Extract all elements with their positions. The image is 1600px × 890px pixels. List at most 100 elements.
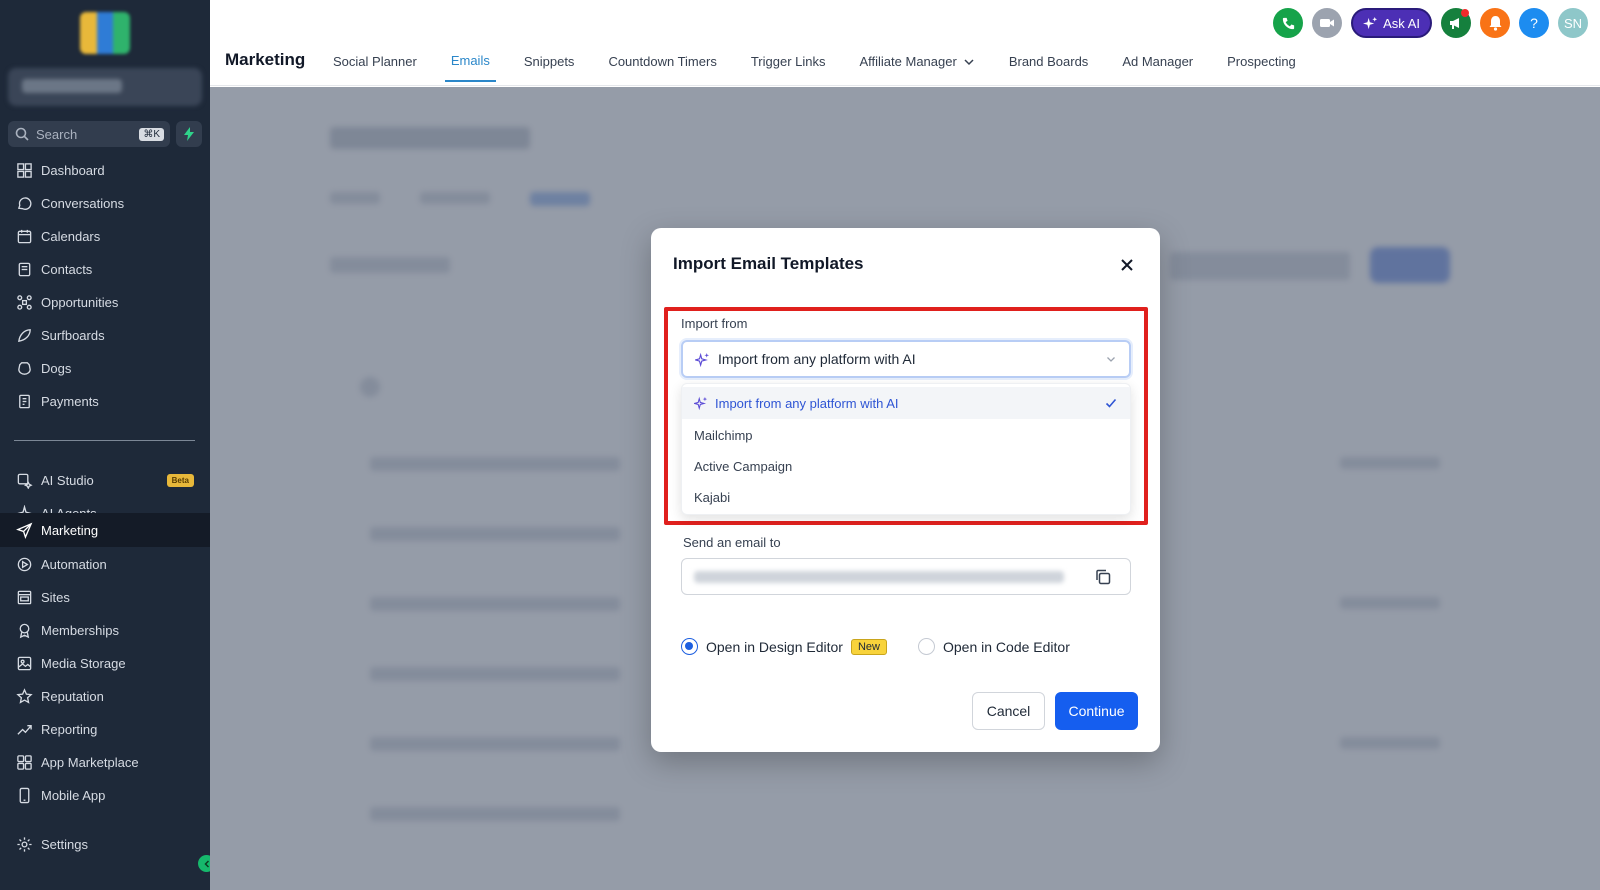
image-icon — [17, 656, 32, 670]
bell-icon — [1489, 16, 1501, 31]
sidebar-item-mobile-app[interactable]: Mobile App — [0, 778, 210, 812]
tab-brand-boards[interactable]: Brand Boards — [1003, 48, 1095, 82]
tab-social-planner[interactable]: Social Planner — [327, 48, 423, 82]
tab-label: Snippets — [523, 54, 575, 69]
design-editor-radio[interactable] — [681, 638, 698, 655]
sidebar-item-reporting[interactable]: Reporting — [0, 712, 210, 746]
copy-icon[interactable] — [1094, 568, 1112, 586]
sidebar-item-label: App Marketplace — [41, 754, 139, 770]
opportunities-icon — [17, 294, 32, 310]
chat-icon — [17, 196, 32, 210]
code-editor-option[interactable]: Open in Code Editor — [918, 638, 1070, 655]
tab-prospecting[interactable]: Prospecting — [1221, 48, 1302, 82]
sidebar-item-label: Payments — [41, 393, 99, 409]
help-button[interactable]: ? — [1519, 8, 1549, 38]
sidebar-item-label: Dogs — [41, 360, 72, 376]
design-editor-option[interactable]: Open in Design Editor New — [681, 638, 887, 655]
ai-studio-icon — [17, 473, 33, 489]
automation-icon — [17, 557, 32, 571]
sidebar-item-label: Reporting — [41, 721, 98, 737]
beta-badge: Beta — [166, 473, 194, 487]
tab-label: Prospecting — [1227, 54, 1296, 69]
cancel-button[interactable]: Cancel — [972, 692, 1045, 730]
sidebar-item-dogs[interactable]: Dogs — [0, 351, 210, 385]
sparkle-icon — [1363, 16, 1378, 29]
sidebar-item-media-storage[interactable]: Media Storage — [0, 646, 210, 680]
lightning-icon — [184, 127, 194, 141]
tab-ad-manager[interactable]: Ad Manager — [1116, 48, 1199, 82]
phone-call-button[interactable] — [1273, 8, 1304, 38]
import-from-select[interactable]: Import from any platform with AI — [681, 340, 1131, 378]
video-icon — [1320, 19, 1335, 27]
video-call-button[interactable] — [1312, 8, 1343, 38]
close-icon[interactable] — [1118, 256, 1136, 274]
sparkle-icon — [694, 396, 708, 410]
sidebar-item-label: Opportunities — [41, 294, 119, 310]
sidebar-divider — [14, 440, 195, 441]
sidebar-item-label: Automation — [41, 556, 107, 572]
sidebar-item-reputation[interactable]: Reputation — [0, 679, 210, 713]
chevron-down-icon — [964, 58, 974, 65]
sidebar-item-automation[interactable]: Automation — [0, 547, 210, 581]
option-label: Import from any platform with AI — [715, 395, 899, 411]
send-icon — [16, 522, 33, 539]
search-placeholder: Search — [36, 126, 78, 142]
sidebar-item-calendars[interactable]: Calendars — [0, 219, 210, 253]
tab-label: Brand Boards — [1008, 54, 1089, 69]
help-icon: ? — [1530, 15, 1538, 31]
search-icon — [15, 127, 29, 141]
sidebar-item-label: Calendars — [41, 228, 101, 244]
phone-call-icon — [1282, 17, 1294, 29]
notification-dot — [1461, 9, 1469, 17]
modal-title: Import Email Templates — [673, 254, 864, 273]
user-avatar[interactable]: SN — [1558, 8, 1588, 38]
tab-label: Ad Manager — [1122, 54, 1194, 69]
email-address-field[interactable] — [681, 558, 1131, 595]
company-logo[interactable] — [80, 12, 130, 54]
trend-icon — [17, 724, 32, 735]
search-input[interactable]: Search ⌘K — [8, 121, 170, 147]
new-badge: New — [850, 638, 887, 655]
sidebar-item-label: Marketing — [41, 522, 99, 538]
sidebar-item-label: Mobile App — [41, 787, 106, 803]
calendar-icon — [17, 229, 32, 243]
code-editor-label: Open in Code Editor — [943, 638, 1070, 655]
sidebar-item-ai-studio[interactable]: AI Studio Beta — [0, 463, 210, 497]
sidebar-item-payments[interactable]: Payments — [0, 384, 210, 418]
ask-ai-button[interactable]: Ask AI — [1351, 8, 1432, 38]
top-header: Marketing Social Planner Emails Snippets… — [210, 0, 1600, 86]
page-title: Marketing — [225, 50, 306, 69]
sidebar-item-settings[interactable]: Settings — [0, 827, 210, 861]
tab-label: Trigger Links — [750, 54, 826, 69]
account-switcher[interactable] — [8, 68, 202, 106]
phone-icon — [19, 787, 30, 803]
sidebar-item-surfboards[interactable]: Surfboards — [0, 318, 210, 352]
option-mailchimp[interactable]: Mailchimp — [682, 419, 1130, 451]
tab-trigger-links[interactable]: Trigger Links — [745, 48, 832, 82]
tab-affiliate-manager[interactable]: Affiliate Manager — [853, 48, 980, 82]
collapse-sidebar-button[interactable] — [198, 855, 210, 872]
tab-snippets[interactable]: Snippets — [518, 48, 581, 82]
sidebar-item-opportunities[interactable]: Opportunities — [0, 285, 210, 319]
sidebar-item-sites[interactable]: Sites — [0, 580, 210, 614]
quick-action-button[interactable] — [176, 121, 202, 147]
sidebar-item-dashboard[interactable]: Dashboard — [0, 153, 210, 187]
option-import-ai[interactable]: Import from any platform with AI — [682, 387, 1130, 419]
sidebar-item-marketing[interactable]: Marketing — [0, 513, 210, 547]
sidebar-item-label: Memberships — [41, 622, 120, 638]
sidebar-item-conversations[interactable]: Conversations — [0, 186, 210, 220]
chevron-left-icon — [203, 859, 209, 868]
continue-button[interactable]: Continue — [1055, 692, 1138, 730]
option-active-campaign[interactable]: Active Campaign — [682, 450, 1130, 482]
announcements-button[interactable] — [1441, 8, 1471, 38]
notifications-button[interactable] — [1480, 8, 1510, 38]
code-editor-radio[interactable] — [918, 638, 935, 655]
sidebar-item-contacts[interactable]: Contacts — [0, 252, 210, 286]
sidebar-item-app-marketplace[interactable]: App Marketplace — [0, 745, 210, 779]
sidebar-item-memberships[interactable]: Memberships — [0, 613, 210, 647]
redacted-email — [694, 571, 1064, 583]
option-kajabi[interactable]: Kajabi — [682, 481, 1130, 513]
memberships-icon — [19, 623, 30, 638]
tab-emails[interactable]: Emails — [444, 48, 496, 82]
tab-countdown-timers[interactable]: Countdown Timers — [602, 48, 722, 82]
